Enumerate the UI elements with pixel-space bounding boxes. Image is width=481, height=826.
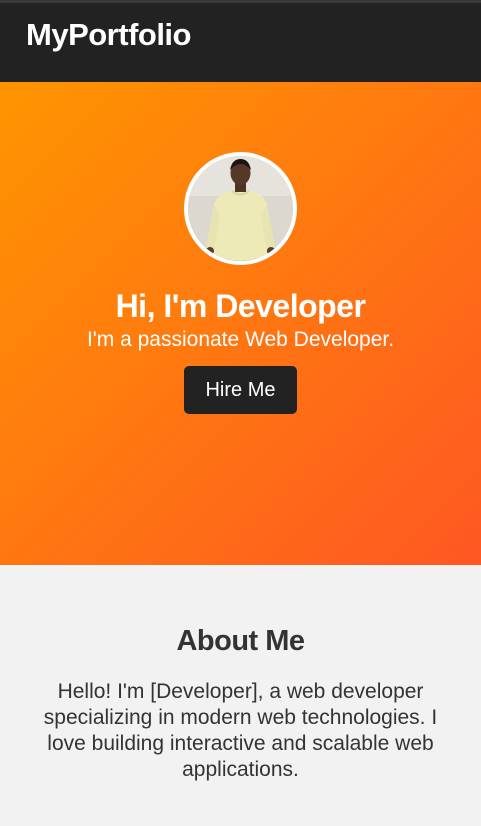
about-title: About Me — [176, 625, 305, 657]
hero-subtitle: I'm a passionate Web Developer. — [86, 328, 395, 351]
hire-me-button[interactable]: Hire Me — [184, 366, 297, 414]
hero-title: Hi, I'm Developer — [115, 288, 366, 324]
profile-avatar — [184, 152, 297, 265]
about-section: About Me Hello! I'm [Developer], a web d… — [0, 565, 481, 826]
brand-logo[interactable]: MyPortfolio — [26, 17, 192, 53]
navbar: MyPortfolio — [0, 0, 481, 82]
about-text: Hello! I'm [Developer], a web developer … — [43, 680, 438, 781]
profile-photo — [188, 156, 293, 261]
hero-section: Hi, I'm Developer I'm a passionate Web D… — [0, 82, 481, 565]
